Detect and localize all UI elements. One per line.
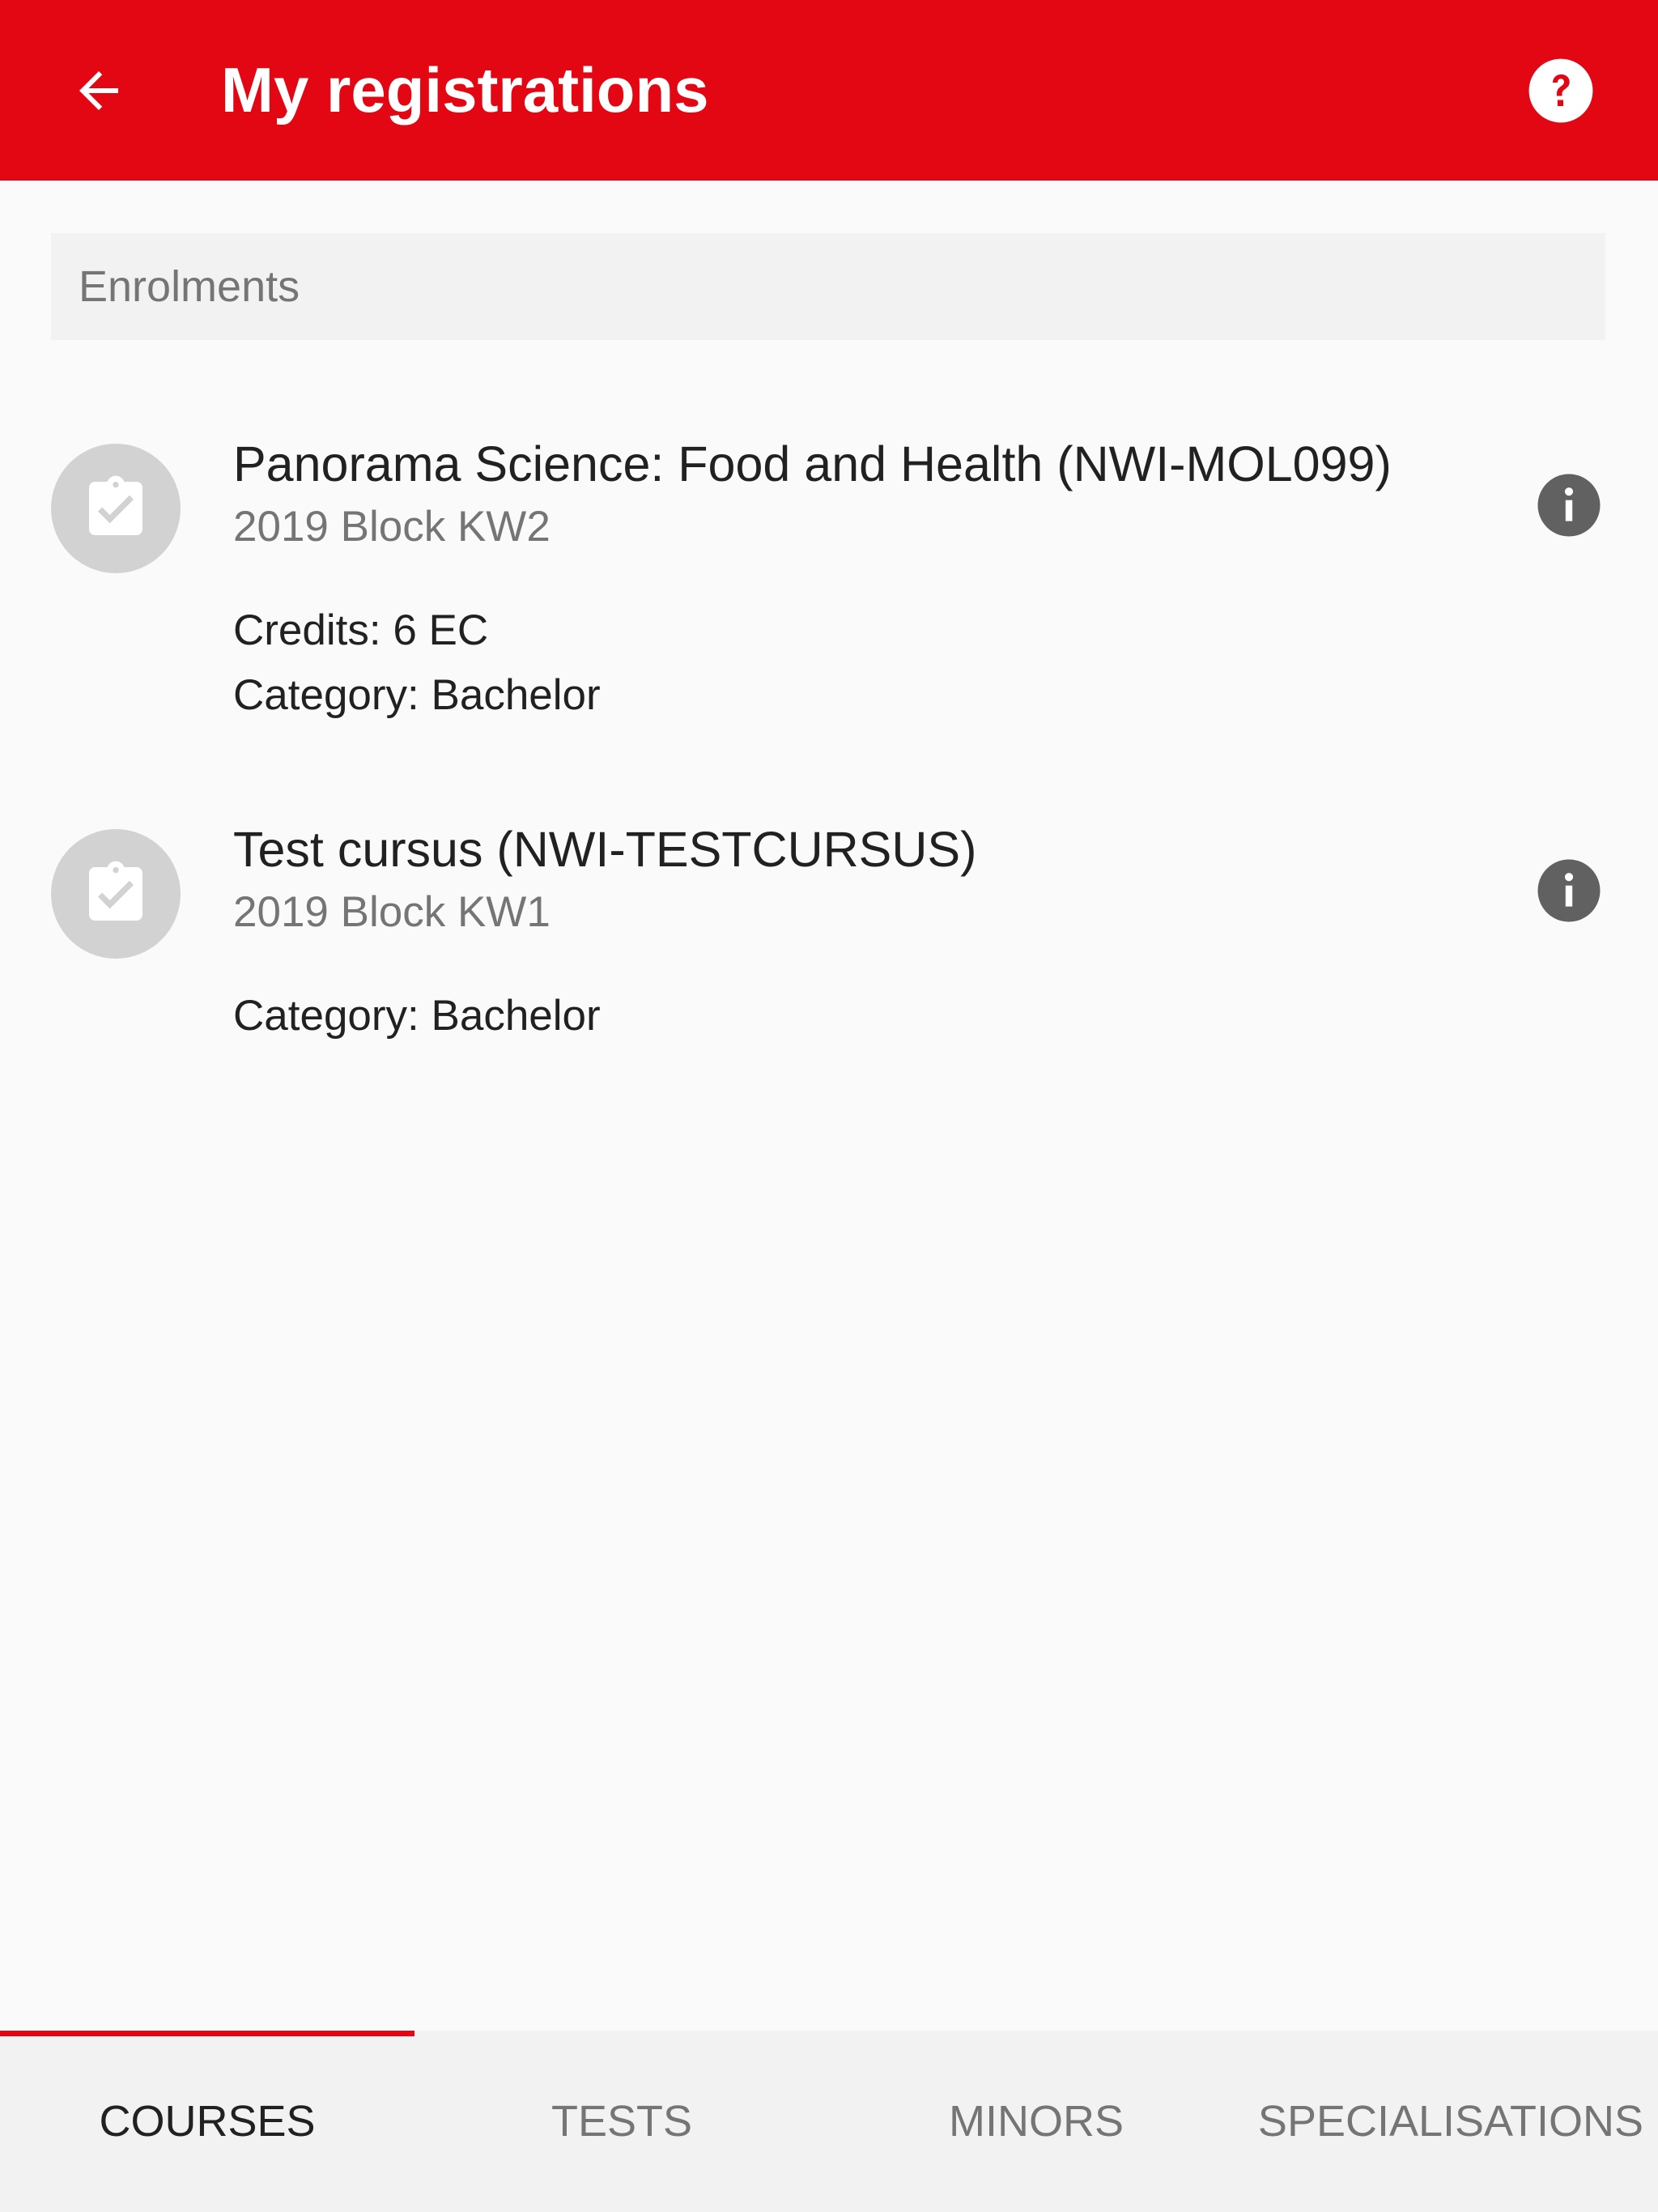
section-header: Enrolments bbox=[51, 233, 1605, 340]
help-button[interactable] bbox=[1512, 50, 1609, 131]
arrow-left-icon bbox=[79, 71, 118, 110]
course-subtitle: 2019 Block KW2 bbox=[233, 503, 551, 551]
course-avatar bbox=[51, 444, 181, 573]
tab-courses[interactable]: COURSES bbox=[0, 2031, 414, 2212]
help-circle-icon bbox=[1528, 58, 1593, 123]
course-title: Panorama Science: Food and Health (NWI-M… bbox=[233, 436, 1392, 491]
back-button[interactable] bbox=[50, 42, 147, 139]
tab-minors[interactable]: MINORS bbox=[829, 2031, 1244, 2212]
course-avatar bbox=[51, 829, 181, 959]
info-button[interactable] bbox=[1530, 466, 1608, 544]
list-item[interactable]: Panorama Science: Food and Health (NWI-M… bbox=[0, 421, 1658, 745]
course-category: Category: Bachelor bbox=[233, 992, 601, 1040]
course-title: Test cursus (NWI-TESTCURSUS) bbox=[233, 822, 977, 877]
page-title: My registrations bbox=[221, 54, 709, 125]
tab-specialisations[interactable]: SPECIALISATIONS bbox=[1244, 2031, 1658, 2212]
info-button[interactable] bbox=[1530, 852, 1608, 929]
info-icon bbox=[1537, 474, 1601, 537]
list-item[interactable]: Test cursus (NWI-TESTCURSUS) 2019 Block … bbox=[0, 806, 1658, 1066]
tab-bar: COURSES TESTS MINORS SPECIALISATIONS bbox=[0, 2031, 1658, 2212]
section-label: Enrolments bbox=[79, 262, 300, 311]
app-bar: My registrations bbox=[0, 0, 1658, 181]
info-icon bbox=[1537, 859, 1601, 922]
clipboard-check-icon bbox=[89, 861, 142, 921]
course-category: Category: Bachelor bbox=[233, 671, 601, 719]
course-subtitle: 2019 Block KW1 bbox=[233, 888, 551, 936]
tab-tests[interactable]: TESTS bbox=[414, 2031, 829, 2212]
clipboard-check-icon bbox=[89, 475, 142, 535]
course-credits: Credits: 6 EC bbox=[233, 606, 489, 654]
